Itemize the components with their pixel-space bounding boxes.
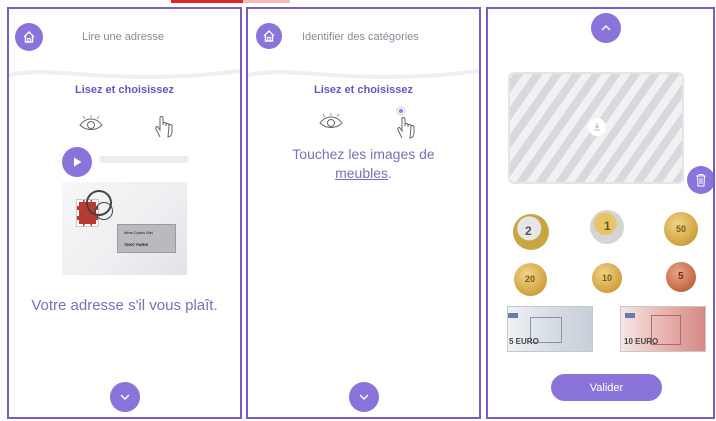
next-button[interactable] [349, 382, 379, 412]
home-icon [262, 29, 276, 43]
coin-value: 5 [678, 271, 684, 282]
panel-money: 2 1 50 20 10 5 5 EURO 10 EURO Valider [486, 7, 715, 419]
hand-pointer-icon[interactable] [394, 106, 416, 144]
postmark-small [95, 202, 113, 220]
instruction-line-2: meubles. [248, 164, 479, 183]
trash-icon [695, 173, 707, 187]
top-pink-bar [243, 0, 290, 3]
eye-icon[interactable] [318, 113, 344, 135]
coin-5-cent[interactable]: 5 [666, 262, 696, 292]
eye-icon[interactable] [78, 115, 104, 137]
address-prompt: Votre adresse s'il vous plaît. [31, 297, 218, 314]
instruction-subtitle: Lisez et choisissez [74, 84, 175, 96]
next-button[interactable] [110, 382, 140, 412]
page-title: Identifier des catégories [302, 31, 419, 43]
top-red-bar [171, 0, 243, 3]
play-button[interactable] [62, 147, 92, 177]
validate-button[interactable]: Valider [551, 374, 662, 401]
coin-value: 50 [676, 224, 687, 234]
download-icon [588, 118, 606, 136]
coin-10-cent[interactable]: 10 [592, 263, 622, 293]
banknote-10-euro[interactable]: 10 EURO [620, 306, 706, 352]
coin-value: 2 [525, 224, 532, 238]
page-title: Lire une adresse [82, 31, 164, 43]
coin-value: 20 [525, 274, 536, 284]
previous-button[interactable] [591, 13, 621, 43]
instruction-text: Touchez les images de meubles. [248, 145, 479, 183]
address-label: Mme Dyaks Biel 75007 PARIS [117, 224, 176, 253]
instruction-subtitle: Lisez et choisissez [313, 84, 414, 96]
envelope-image: Mme Dyaks Biel 75007 PARIS [62, 182, 187, 275]
audio-progress-bar[interactable] [99, 156, 189, 163]
category-link[interactable]: meubles [335, 165, 388, 181]
play-icon [71, 156, 83, 168]
drop-zone[interactable] [508, 72, 684, 184]
note-value: 10 EURO [624, 337, 659, 346]
panel-identify-categories: Identifier des catégories Lisez et chois… [246, 7, 481, 419]
note-value: 5 EURO [509, 337, 539, 346]
coin-1-euro[interactable]: 1 [590, 210, 624, 244]
banknote-5-euro[interactable]: 5 EURO [507, 306, 593, 352]
home-button[interactable] [256, 23, 282, 49]
hand-pointer-icon[interactable] [152, 113, 174, 143]
delete-button[interactable] [687, 166, 713, 194]
coin-value: 1 [604, 219, 611, 233]
instruction-line: Touchez les images de [292, 146, 435, 162]
chevron-down-icon [119, 393, 131, 401]
note-flag [508, 313, 518, 318]
panel-read-address: Lire une adresse Lisez et choisissez Mme… [7, 7, 242, 419]
chevron-up-icon [600, 24, 612, 32]
coin-20-cent[interactable]: 20 [514, 263, 547, 296]
coin-50-cent[interactable]: 50 [664, 212, 698, 246]
coin-2-euro[interactable]: 2 [513, 214, 549, 250]
chevron-down-icon [358, 393, 370, 401]
coin-value: 10 [602, 273, 613, 283]
envelope-recipient: Mme Dyaks Biel [124, 230, 153, 235]
home-button[interactable] [15, 23, 43, 51]
envelope-city: 75007 PARIS [124, 242, 149, 247]
home-icon [22, 30, 36, 44]
note-flag [625, 313, 635, 318]
instruction-period: . [388, 165, 392, 181]
